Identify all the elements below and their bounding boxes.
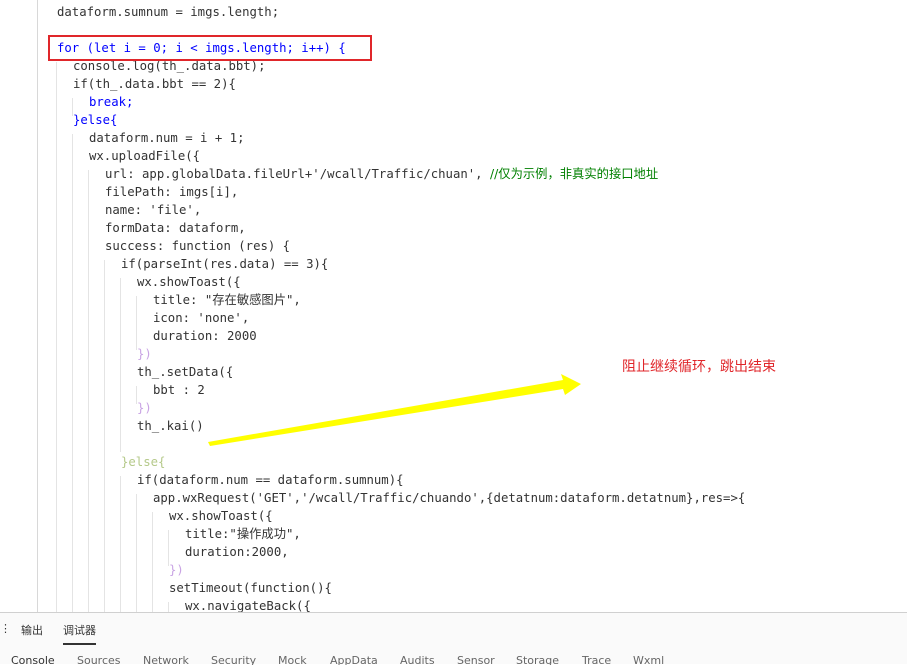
annotation-text: 阻止继续循环，跳出结束 [622,359,776,375]
tab-output[interactable]: 输出 [21,622,43,638]
subtab-network[interactable]: Network [143,654,189,665]
subtab-sources[interactable]: Sources [77,654,121,665]
subtab-storage[interactable]: Storage [516,654,559,665]
subtab-trace[interactable]: Trace [582,654,611,665]
devtools-tabs: ⋮ 输出 调试器 [0,613,907,645]
subtab-console[interactable]: Console [11,654,55,665]
subtab-security[interactable]: Security [211,654,256,665]
code-editor[interactable]: dataform.sumnum = imgs.length; for (let … [0,0,907,612]
subtab-appdata[interactable]: AppData [330,654,378,665]
arrow-annotation [208,374,581,446]
subtab-wxml[interactable]: Wxml [633,654,664,665]
arrow-shape [208,374,581,446]
subtab-audits[interactable]: Audits [400,654,435,665]
tab-edge-icon: ⋮ [0,622,11,635]
tab-debugger[interactable]: 调试器 [63,622,96,645]
subtab-mock[interactable]: Mock [278,654,307,665]
subtab-sensor[interactable]: Sensor [457,654,495,665]
devtools-panel: ⋮ 输出 调试器 Console Sources Network Securit… [0,612,907,665]
